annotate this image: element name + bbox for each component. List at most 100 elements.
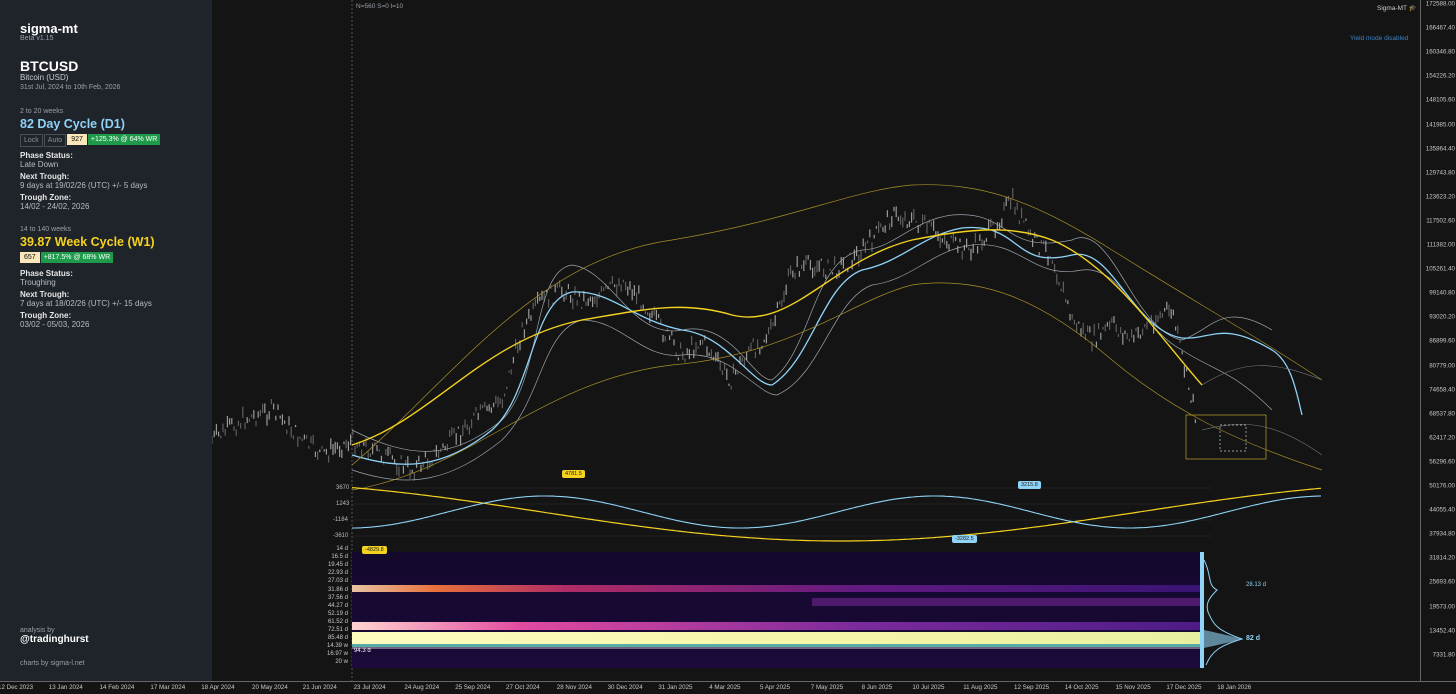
oscillator-d1-wave [352,495,1322,529]
spectrum-period-label: 22.93 d [327,570,348,577]
spectrum-period-label: 72.51 d [327,627,348,633]
price-tick-label: 99140.80 [1429,289,1455,297]
price-tick-label: 148105.60 [1425,96,1455,104]
price-tick-label: 135864.40 [1425,145,1455,153]
date-tick-label: 20 May 2024 [252,684,288,691]
date-tick-label: 24 Aug 2024 [404,684,440,691]
yield-mode-status[interactable]: Yield mode disabled [1350,35,1408,42]
price-tick-label: 111382.00 [1426,241,1455,249]
spectrum-period-label: 14.39 w [326,643,348,650]
date-tick-label: 14 Feb 2024 [99,684,135,691]
spectrum-band-37d [812,598,1200,606]
cycle1-trough-zone-label: Trough Zone: [20,193,72,202]
date-tick-label: 14 Oct 2025 [1064,684,1099,691]
price-tick-label: 37934.80 [1429,530,1455,538]
chart-area[interactable]: N=560 S=0 l=10 Sigma-MT 🎓 Yield mode dis… [212,0,1420,681]
price-tick-label: 166467.40 [1425,24,1455,32]
date-tick-label: 17 Mar 2024 [150,684,186,691]
cycle1-phase-label: Phase Status: [20,151,73,160]
cycle1-range: 2 to 20 weeks [20,108,64,115]
cycle1-next-trough-value: 9 days at 19/02/26 (UTC) +/- 5 days [20,181,148,190]
spectrum-profile-peak [1204,630,1242,648]
cycle2-performance-badge: +817.5% @ 68% WR [40,252,114,263]
osc-tag-w1-trough: -4829.8 [362,546,387,554]
price-tick-label: 172588.00 [1425,0,1455,8]
date-tick-label: 5 Apr 2025 [760,684,790,691]
w1-cycle-line [351,229,1203,446]
cycle2-phase-value: Troughing [20,278,56,287]
credit-link[interactable]: charts by sigma-l.net [20,660,85,667]
oscillator-panel [351,487,1322,542]
price-tick-label: 129743.80 [1425,169,1455,177]
date-tick-label: 10 Jul 2025 [912,684,945,691]
price-tick-label: 68537.80 [1429,410,1455,418]
date-tick-label: 13 Jan 2024 [48,684,83,691]
spectrum-profile-curve [1203,559,1244,666]
symbol-name: Bitcoin (USD) [20,73,69,82]
date-tick-label: 25 Sep 2024 [455,684,491,691]
spectrum-main-peak: 82 d [1246,635,1261,642]
spectrum-period-label: 52.19 d [327,610,348,617]
spectrum-period-label: 14 d [336,546,348,552]
spectrum-band-27d [352,585,1200,592]
price-tick-label: 56296.60 [1429,458,1455,466]
spectrum-period-label: 31.86 d [327,586,348,593]
osc-tag-d1-peak: 3215.8 [1018,481,1041,489]
price-tick-label: 44055.40 [1429,506,1455,514]
date-tick-label: 8 Jun 2025 [861,684,893,691]
price-tick-label: 7331.80 [1432,651,1455,659]
spectrum-period-label: 27.03 d [327,578,348,585]
date-tick-label: 11 Aug 2025 [963,684,998,691]
d1-trough-zone-box [1219,424,1247,452]
price-tick-label: 141985.00 [1425,121,1455,128]
date-tick-label: 28 Nov 2024 [556,684,592,691]
price-tick-label: 105261.40 [1425,265,1455,273]
time-axis[interactable]: 12 Dec 2023 13 Jan 2024 14 Feb 2024 17 Mar … [0,681,1456,694]
spectrum-period-label: 20 w [335,659,348,666]
cycle2-title: 39.87 Week Cycle (W1) [20,235,155,249]
auto-button[interactable]: Auto [43,134,67,147]
oscillator-w1-wave [351,487,1322,542]
date-tick-label: 15 Nov 2025 [1115,684,1151,691]
spectrum-period-label: 37.56 d [327,594,348,601]
price-tick-label: 62417.20 [1429,434,1455,442]
app-label: Sigma-MT 🎓 [1377,5,1417,12]
date-tick-label: 4 Mar 2025 [709,684,741,691]
cycle1-controls: Lock Auto 927 +125.3% @ 64% WR [20,134,161,152]
spectrum-band-82d [352,632,1200,644]
date-tick-label: 12 Dec 2023 [0,684,34,691]
author-handle[interactable]: @tradinghurst [20,634,89,645]
spectrum-edge [1200,552,1204,668]
osc-level-3: -1184 [333,517,348,523]
cycle2-next-trough-value: 7 days at 18/02/26 (UTC) +/- 15 days [20,299,152,308]
spectrum-period-label: 19.45 d [327,562,348,569]
date-range: 31st Jul, 2024 to 10th Feb, 2026 [20,84,121,91]
cycle1-count-badge: 927 [67,134,87,145]
lock-button[interactable]: Lock [20,134,43,147]
cycle1-trough-zone-value: 14/02 - 24/02, 2026 [20,202,90,211]
price-tick-label: 154226.20 [1425,72,1455,80]
price-tick-label: 74658.40 [1429,386,1455,394]
spectrum-panel [352,552,1244,668]
date-tick-label: 23 Jul 2024 [353,684,386,691]
cycle1-performance-badge: +125.3% @ 64% WR [87,134,161,145]
app-version: Beta v1.15 [20,35,54,42]
sidebar: sigma-mt Beta v1.15 BTCUSD Bitcoin (USD)… [0,0,212,681]
chart-canvas[interactable] [212,0,1420,681]
spectrum-period-label: 85.48 d [327,635,348,642]
osc-tag-d1-trough: -3282.5 [952,535,977,543]
osc-level-4: -3610 [333,533,349,539]
cycle2-controls: 657 +817.5% @ 68% WR [20,252,114,270]
date-tick-label: 18 Jan 2026 [1217,684,1252,691]
spectrum-marker-label: 94.3 d [354,648,371,654]
cycle1-next-trough-label: Next Trough: [20,172,70,181]
graduation-cap-icon[interactable]: 🎓 [1409,5,1417,12]
date-tick-label: 18 Apr 2024 [201,684,235,691]
price-tick-label: 117502.60 [1426,217,1455,225]
price-axis[interactable]: 172588.00 166467.40 160346.80 154226.20 1481… [1420,0,1456,681]
cycle2-count-badge: 657 [20,252,40,263]
w1-lower-envelope [351,282,1323,491]
date-tick-label: 7 May 2025 [810,684,844,691]
oscillator-grid [352,487,1212,537]
date-tick-label: 12 Sep 2025 [1014,684,1050,691]
